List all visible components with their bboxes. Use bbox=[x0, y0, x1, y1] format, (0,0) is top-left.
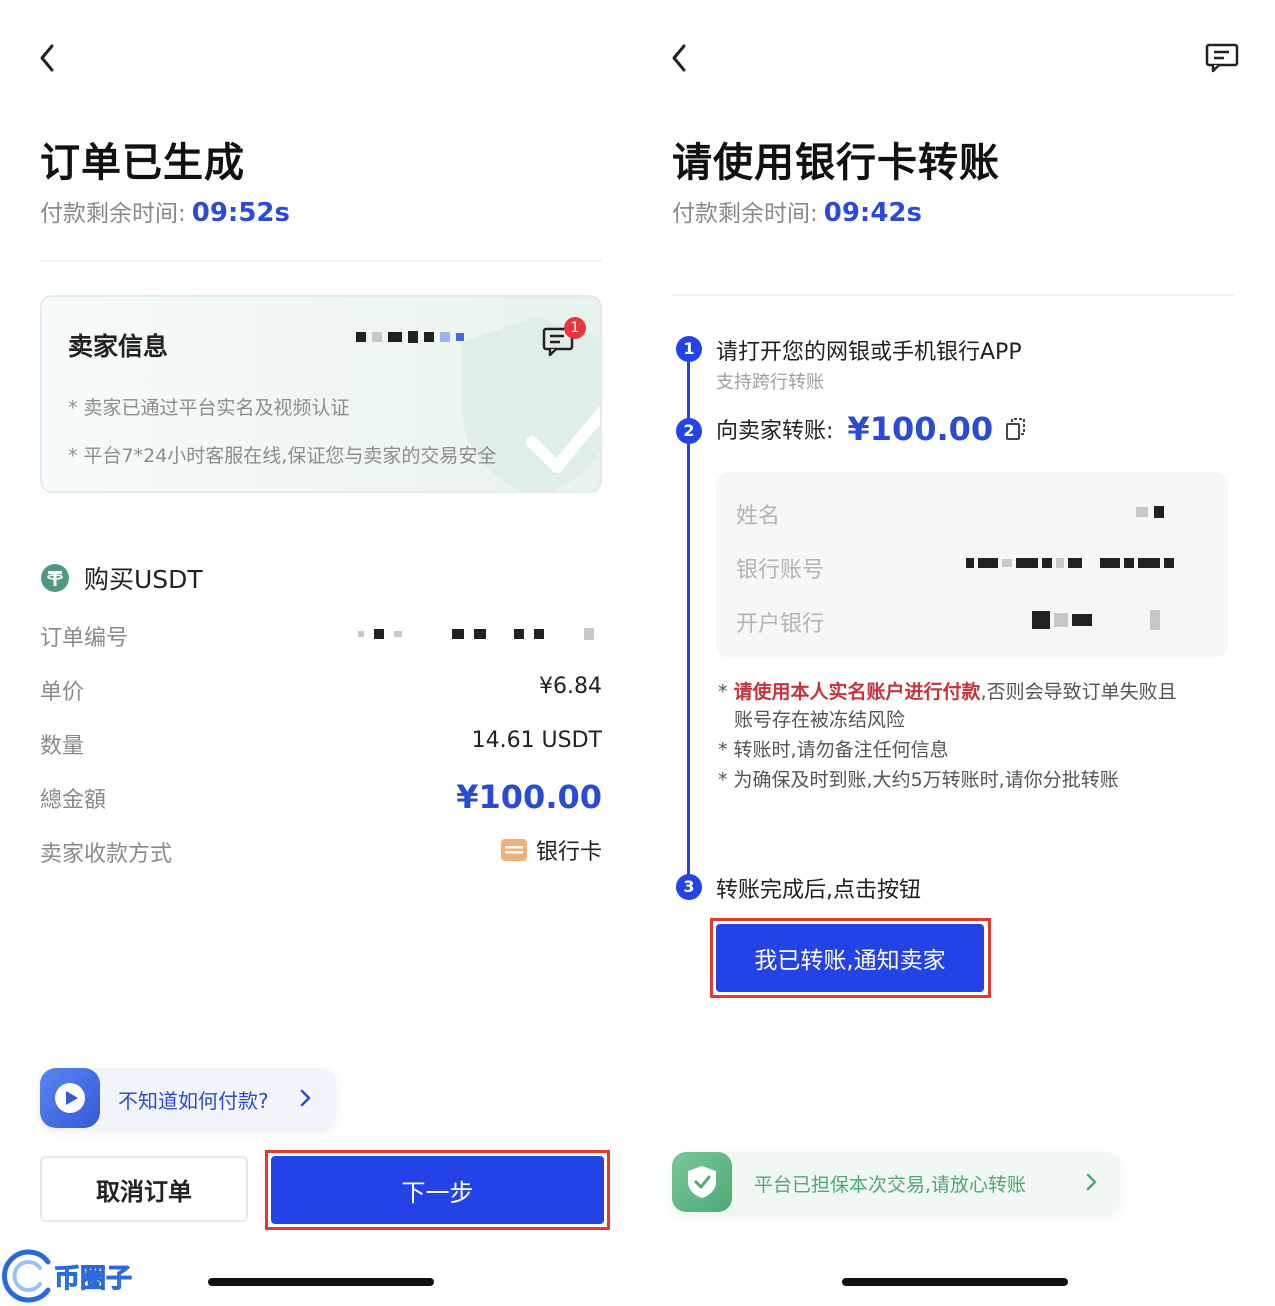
warning-2-text: 转账时,请勿备注任何信息 bbox=[733, 739, 949, 761]
seller-note-support: * 平台7*24小时客服在线,保证您与卖家的交易安全 bbox=[68, 445, 497, 467]
divider bbox=[672, 294, 1234, 296]
watermark-text: 币圈子 bbox=[53, 1263, 133, 1294]
timer-value: 09:52s bbox=[191, 198, 290, 228]
seller-title: 卖家信息 bbox=[68, 332, 169, 361]
payee-name-label: 姓名 bbox=[736, 504, 781, 529]
guarantee-link[interactable]: 平台已担保本次交易,请放心转账 bbox=[672, 1152, 1120, 1212]
payment-method-value: 银行卡 bbox=[535, 840, 602, 865]
payment-method-label: 卖家收款方式 bbox=[40, 842, 173, 867]
step-2-number: 2 bbox=[676, 418, 702, 444]
seller-name-obscured bbox=[356, 331, 464, 343]
page-title: 订单已生成 bbox=[40, 140, 245, 186]
payment-timer: 付款剩余时间: 09:42s bbox=[672, 194, 922, 228]
order-number-obscured bbox=[358, 628, 594, 640]
payment-method: 银行卡 bbox=[420, 834, 602, 866]
copy-icon[interactable] bbox=[1005, 417, 1027, 441]
bank-card-icon bbox=[500, 839, 527, 861]
unread-badge: 1 bbox=[564, 317, 586, 339]
seller-note-verified: * 卖家已通过平台实名及视频认证 bbox=[68, 397, 350, 419]
order-heading-text: 购买USDT bbox=[84, 565, 203, 594]
watermark: 币圈子 bbox=[0, 1248, 133, 1304]
timer-label: 付款剩余时间: bbox=[40, 201, 186, 227]
home-indicator bbox=[208, 1278, 434, 1286]
account-number-obscured bbox=[966, 558, 1174, 568]
timer-label: 付款剩余时间: bbox=[672, 201, 818, 227]
unit-price-value: ¥6.84 bbox=[539, 674, 602, 699]
back-icon[interactable] bbox=[666, 40, 696, 76]
warning-1-line2: 账号存在被冻结风险 bbox=[734, 709, 906, 731]
message-icon[interactable] bbox=[1205, 42, 1239, 78]
payment-warnings: * 请使用本人实名账户进行付款,否则会导致订单失败且 账号存在被冻结风险 * 转… bbox=[718, 678, 1228, 794]
seller-info-card: 卖家信息 1 * 卖家已通过平台实名及视频认证 * 平台7*24小时客服在线,保… bbox=[40, 295, 602, 493]
warning-2: * 转账时,请勿备注任何信息 bbox=[718, 739, 949, 761]
page-title: 请使用银行卡转账 bbox=[672, 140, 1000, 186]
order-number-label: 订单编号 bbox=[40, 626, 129, 651]
divider bbox=[40, 260, 602, 262]
chevron-right-icon bbox=[1086, 1173, 1097, 1191]
guarantee-text: 平台已担保本次交易,请放心转账 bbox=[754, 1174, 1027, 1196]
account-number-label: 银行账号 bbox=[736, 558, 825, 583]
cancel-order-button[interactable]: 取消订单 bbox=[40, 1156, 248, 1222]
home-indicator bbox=[842, 1278, 1068, 1286]
total-amount-label: 總金額 bbox=[40, 788, 107, 813]
step-1-number: 1 bbox=[676, 336, 702, 362]
watermark-logo-icon bbox=[2, 1249, 51, 1303]
bank-name-label: 开户银行 bbox=[736, 612, 825, 637]
step-1-title: 请打开您的网银或手机银行APP bbox=[716, 340, 1022, 365]
step-2-row: 向卖家转账: ¥100.00 bbox=[716, 410, 1027, 448]
payee-name-obscured bbox=[1136, 506, 1164, 518]
warning-1-emphasis: 请使用本人实名账户进行付款 bbox=[733, 681, 981, 703]
unit-price-label: 单价 bbox=[40, 680, 85, 705]
warning-1-rest: ,否则会导致订单失败且 bbox=[980, 681, 1177, 703]
back-icon[interactable] bbox=[34, 40, 64, 76]
shield-check-icon bbox=[672, 1152, 732, 1212]
step-2-title: 向卖家转账: bbox=[716, 419, 834, 444]
warning-3-text: 为确保及时到账,大约5万转账时,请你分批转账 bbox=[733, 769, 1119, 791]
play-icon bbox=[40, 1068, 100, 1128]
payment-help-link[interactable]: 不知道如何付款? bbox=[40, 1068, 336, 1128]
step-1-subtitle: 支持跨行转账 bbox=[716, 372, 824, 393]
next-step-button[interactable]: 下一步 bbox=[271, 1156, 604, 1224]
total-amount-value: ¥100.00 bbox=[456, 778, 602, 816]
chevron-right-icon bbox=[300, 1089, 311, 1107]
bank-info-box: 姓名 银行账号 开户银行 bbox=[716, 472, 1228, 658]
transfer-amount: ¥100.00 bbox=[847, 410, 994, 448]
warning-1: * 请使用本人实名账户进行付款,否则会导致订单失败且 bbox=[718, 681, 1177, 703]
payment-timer: 付款剩余时间: 09:52s bbox=[40, 194, 290, 228]
usdt-icon bbox=[41, 564, 69, 592]
warning-3: * 为确保及时到账,大约5万转账时,请你分批转账 bbox=[718, 769, 1119, 791]
bank-name-obscured bbox=[1032, 610, 1160, 630]
step-3-number: 3 bbox=[676, 874, 702, 900]
quantity-value: 14.61 USDT bbox=[471, 728, 602, 753]
order-heading: 购买USDT bbox=[40, 560, 203, 596]
quantity-label: 数量 bbox=[40, 734, 85, 759]
help-text: 不知道如何付款? bbox=[118, 1089, 269, 1113]
timer-value: 09:42s bbox=[823, 198, 922, 228]
notify-seller-button[interactable]: 我已转账,通知卖家 bbox=[716, 924, 984, 992]
chat-icon[interactable]: 1 bbox=[542, 317, 586, 361]
step-3-title: 转账完成后,点击按钮 bbox=[716, 878, 921, 903]
